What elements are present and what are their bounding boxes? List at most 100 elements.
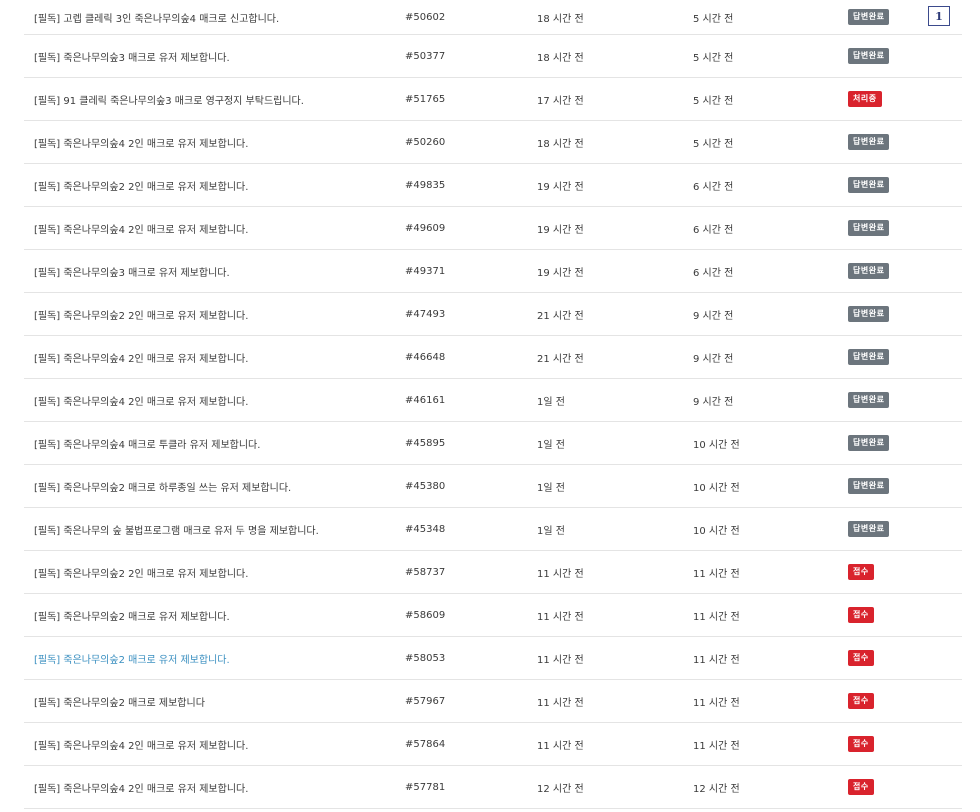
status-cell: 접수 xyxy=(848,594,928,636)
status-badge: 답변완료 xyxy=(848,134,890,150)
ticket-id: #46161 xyxy=(405,394,446,406)
status-cell: 접수 xyxy=(848,723,928,765)
status-badge: 접수 xyxy=(848,736,874,752)
ticket-title-link[interactable]: [필독] 죽은나무의숲4 2인 매크로 유저 제보합니다. xyxy=(34,221,248,236)
status-badge: 답변완료 xyxy=(848,48,890,64)
status-cell: 처리중 xyxy=(848,78,928,120)
ticket-title-link[interactable]: [필독] 죽은나무의숲4 2인 매크로 유저 제보합니다. xyxy=(34,780,248,795)
ticket-title-cell: [필독] 죽은나무의숲2 매크로 유저 제보합니다. xyxy=(34,594,394,636)
table-row[interactable]: [필독] 고렙 클레릭 3인 죽은나무의숲4 매크로 신고합니다. #50602… xyxy=(24,0,962,35)
ticket-id: #45895 xyxy=(405,437,446,449)
ticket-id: #49609 xyxy=(405,222,446,234)
ticket-title-cell: [필독] 죽은나무의숲2 2인 매크로 유저 제보합니다. xyxy=(34,293,394,335)
table-row[interactable]: [필독] 죽은나무의숲4 2인 매크로 유저 제보합니다. #46161 1일 … xyxy=(24,379,962,422)
status-badge: 답변완료 xyxy=(848,349,890,365)
status-badge: 접수 xyxy=(848,564,874,580)
table-row[interactable]: [필독] 죽은나무의 숲 불법프로그램 매크로 유저 두 명을 제보합니다. #… xyxy=(24,508,962,551)
status-cell: 답변완료 xyxy=(848,164,928,206)
status-cell: 접수 xyxy=(848,637,928,679)
ticket-id: #50260 xyxy=(405,136,446,148)
table-row[interactable]: [필독] 죽은나무의숲2 매크로 제보합니다 #57967 11 시간 전 11… xyxy=(24,680,962,723)
ticket-title-link[interactable]: [필독] 죽은나무의숲2 매크로 유저 제보합니다. xyxy=(34,651,230,666)
ticket-title-link[interactable]: [필독] 죽은나무의숲3 매크로 유저 제보합니다. xyxy=(34,264,230,279)
ticket-id: #47493 xyxy=(405,308,446,320)
ticket-updated: 5 시간 전 xyxy=(693,13,734,25)
ticket-created: 1일 전 xyxy=(537,525,565,537)
ticket-updated: 5 시간 전 xyxy=(693,138,734,150)
ticket-title-cell: [필독] 죽은나무의숲4 2인 매크로 유저 제보합니다. xyxy=(34,207,394,249)
status-badge: 답변완료 xyxy=(848,478,890,494)
ticket-title-cell: [필독] 죽은나무의숲4 매크로 투클라 유저 제보합니다. xyxy=(34,422,394,464)
ticket-updated: 11 시간 전 xyxy=(693,611,740,623)
ticket-title-link[interactable]: [필독] 죽은나무의숲4 2인 매크로 유저 제보합니다. xyxy=(34,135,248,150)
ticket-id: #49371 xyxy=(405,265,446,277)
ticket-id: #57781 xyxy=(405,781,446,793)
table-row[interactable]: [필독] 죽은나무의숲4 2인 매크로 유저 제보합니다. #57864 11 … xyxy=(24,723,962,766)
table-row[interactable]: [필독] 죽은나무의숲3 매크로 유저 제보합니다. #49371 19 시간 … xyxy=(24,250,962,293)
status-cell: 답변완료 xyxy=(848,508,928,550)
ticket-id: #57864 xyxy=(405,738,446,750)
table-row[interactable]: [필독] 죽은나무의숲4 매크로 투클라 유저 제보합니다. #45895 1일… xyxy=(24,422,962,465)
ticket-title-link[interactable]: [필독] 죽은나무의숲4 2인 매크로 유저 제보합니다. xyxy=(34,737,248,752)
table-row[interactable]: [필독] 죽은나무의숲2 2인 매크로 유저 제보합니다. #47493 21 … xyxy=(24,293,962,336)
ticket-title-link[interactable]: [필독] 죽은나무의숲4 2인 매크로 유저 제보합니다. xyxy=(34,393,248,408)
status-badge: 답변완료 xyxy=(848,435,890,451)
ticket-updated: 6 시간 전 xyxy=(693,224,734,236)
status-cell: 답변완료 xyxy=(848,293,928,335)
table-row[interactable]: [필독] 죽은나무의숲2 2인 매크로 유저 제보합니다. #58737 11 … xyxy=(24,551,962,594)
table-row[interactable]: [필독] 죽은나무의숲3 매크로 유저 제보합니다. #50377 18 시간 … xyxy=(24,35,962,78)
ticket-id: #50602 xyxy=(405,11,446,23)
ticket-updated: 9 시간 전 xyxy=(693,396,734,408)
ticket-title-link[interactable]: [필독] 죽은나무의숲4 2인 매크로 유저 제보합니다. xyxy=(34,350,248,365)
ticket-id: #45380 xyxy=(405,480,446,492)
ticket-created: 1일 전 xyxy=(537,482,565,494)
ticket-title-link[interactable]: [필독] 91 클레릭 죽은나무의숲3 매크로 영구정지 부탁드립니다. xyxy=(34,92,304,107)
ticket-title-cell: [필독] 죽은나무의숲2 매크로 하루종일 쓰는 유저 제보합니다. xyxy=(34,465,394,507)
status-cell: 답변완료 xyxy=(848,465,928,507)
ticket-id: #51765 xyxy=(405,93,446,105)
ticket-updated: 6 시간 전 xyxy=(693,181,734,193)
status-badge: 답변완료 xyxy=(848,392,890,408)
ticket-title-link[interactable]: [필독] 죽은나무의숲2 2인 매크로 유저 제보합니다. xyxy=(34,565,248,580)
table-row[interactable]: [필독] 죽은나무의숲2 매크로 유저 제보합니다. #58053 11 시간 … xyxy=(24,637,962,680)
ticket-title-link[interactable]: [필독] 고렙 클레릭 3인 죽은나무의숲4 매크로 신고합니다. xyxy=(34,10,279,25)
status-cell: 답변완료 xyxy=(848,207,928,249)
ticket-updated: 9 시간 전 xyxy=(693,310,734,322)
table-row[interactable]: [필독] 죽은나무의숲4 2인 매크로 유저 제보합니다. #57781 12 … xyxy=(24,766,962,809)
ticket-title-link[interactable]: [필독] 죽은나무의숲2 2인 매크로 유저 제보합니다. xyxy=(34,307,248,322)
table-row[interactable]: [필독] 91 클레릭 죽은나무의숲3 매크로 영구정지 부탁드립니다. #51… xyxy=(24,78,962,121)
ticket-updated: 11 시간 전 xyxy=(693,740,740,752)
table-row[interactable]: [필독] 죽은나무의숲2 매크로 유저 제보합니다. #58609 11 시간 … xyxy=(24,594,962,637)
ticket-title-link[interactable]: [필독] 죽은나무의 숲 불법프로그램 매크로 유저 두 명을 제보합니다. xyxy=(34,522,319,537)
ticket-updated: 10 시간 전 xyxy=(693,525,740,537)
ticket-title-cell: [필독] 죽은나무의숲4 2인 매크로 유저 제보합니다. xyxy=(34,766,394,808)
status-badge: 답변완료 xyxy=(848,177,890,193)
ticket-created: 11 시간 전 xyxy=(537,611,584,623)
ticket-created: 18 시간 전 xyxy=(537,13,584,25)
table-row[interactable]: [필독] 죽은나무의숲2 2인 매크로 유저 제보합니다. #49835 19 … xyxy=(24,164,962,207)
status-badge: 접수 xyxy=(848,693,874,709)
ticket-created: 21 시간 전 xyxy=(537,353,584,365)
ticket-id: #57967 xyxy=(405,695,446,707)
ticket-id: #58053 xyxy=(405,652,446,664)
table-row[interactable]: [필독] 죽은나무의숲4 2인 매크로 유저 제보합니다. #46648 21 … xyxy=(24,336,962,379)
ticket-title-cell: [필독] 죽은나무의숲2 매크로 제보합니다 xyxy=(34,680,394,722)
ticket-created: 19 시간 전 xyxy=(537,181,584,193)
ticket-title-link[interactable]: [필독] 죽은나무의숲3 매크로 유저 제보합니다. xyxy=(34,49,230,64)
ticket-created: 17 시간 전 xyxy=(537,95,584,107)
ticket-id: #50377 xyxy=(405,50,446,62)
status-badge: 접수 xyxy=(848,650,874,666)
ticket-title-cell: [필독] 91 클레릭 죽은나무의숲3 매크로 영구정지 부탁드립니다. xyxy=(34,78,394,120)
ticket-title-link[interactable]: [필독] 죽은나무의숲2 매크로 제보합니다 xyxy=(34,694,205,709)
table-row[interactable]: [필독] 죽은나무의숲4 2인 매크로 유저 제보합니다. #50260 18 … xyxy=(24,121,962,164)
ticket-title-link[interactable]: [필독] 죽은나무의숲4 매크로 투클라 유저 제보합니다. xyxy=(34,436,260,451)
ticket-updated: 10 시간 전 xyxy=(693,482,740,494)
table-row[interactable]: [필독] 죽은나무의숲4 2인 매크로 유저 제보합니다. #49609 19 … xyxy=(24,207,962,250)
ticket-created: 11 시간 전 xyxy=(537,654,584,666)
ticket-id: #58737 xyxy=(405,566,446,578)
ticket-title-link[interactable]: [필독] 죽은나무의숲2 매크로 유저 제보합니다. xyxy=(34,608,230,623)
ticket-title-link[interactable]: [필독] 죽은나무의숲2 매크로 하루종일 쓰는 유저 제보합니다. xyxy=(34,479,291,494)
ticket-created: 19 시간 전 xyxy=(537,267,584,279)
ticket-title-link[interactable]: [필독] 죽은나무의숲2 2인 매크로 유저 제보합니다. xyxy=(34,178,248,193)
table-row[interactable]: [필독] 죽은나무의숲2 매크로 하루종일 쓰는 유저 제보합니다. #4538… xyxy=(24,465,962,508)
